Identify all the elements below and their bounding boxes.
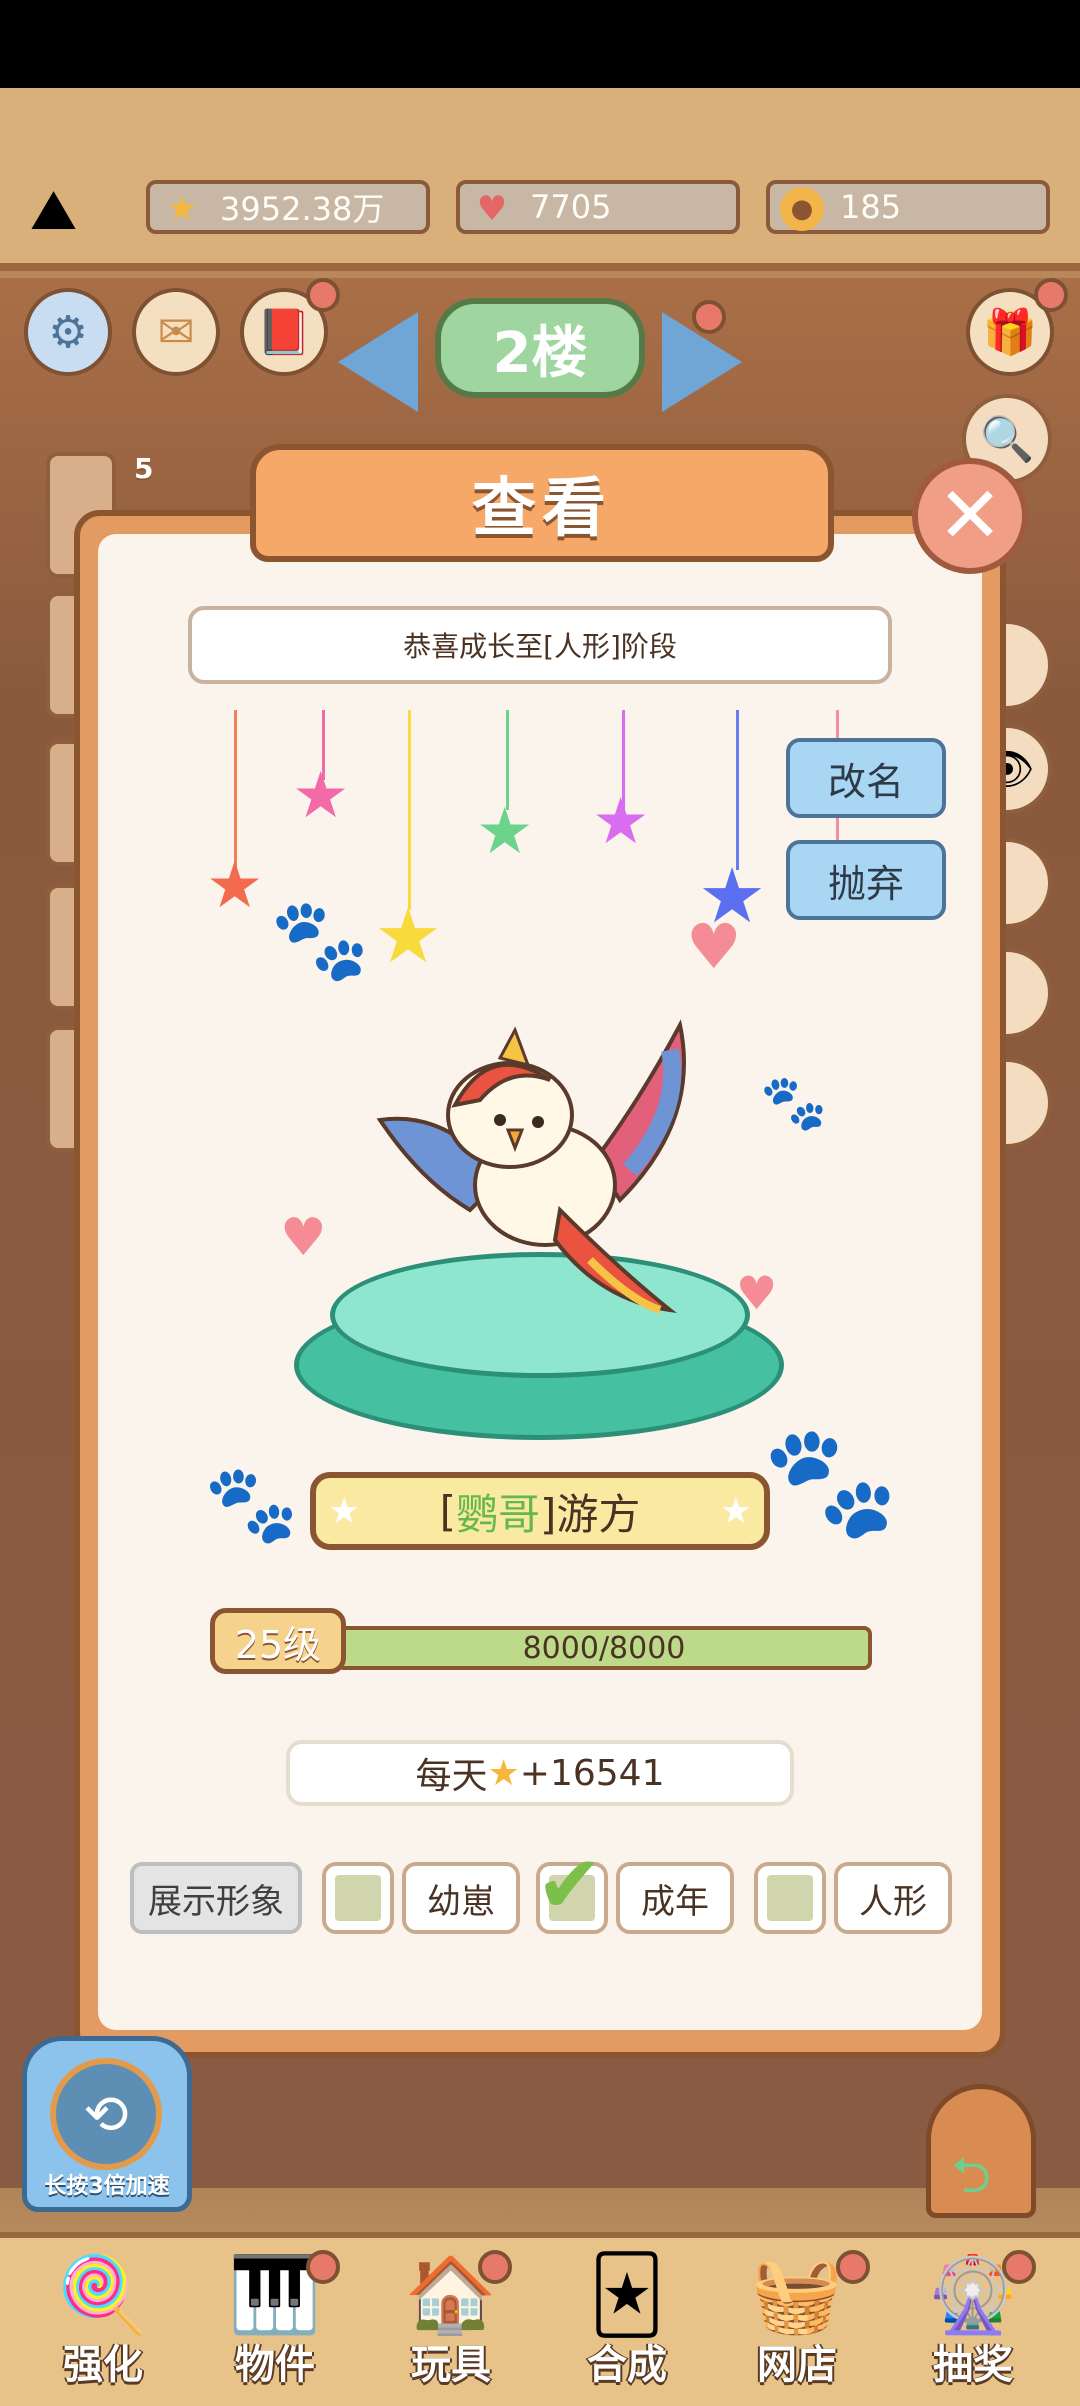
notification-dot [1034, 278, 1068, 312]
stage-checkbox-human[interactable] [754, 1862, 826, 1934]
pet-name-plate: ★ [ 鹦哥 ]游方 ★ [310, 1472, 770, 1550]
parrot-pet [376, 1019, 686, 1314]
envelope-icon: ✉ [157, 306, 195, 358]
gift-icon: 🎁 [982, 307, 1038, 358]
nav-enhance[interactable]: 🍭 强化 [28, 2250, 178, 2390]
star-icon: ★ [292, 759, 350, 833]
star-icon: ★ [328, 1490, 361, 1532]
star-icon: ★ [487, 1752, 520, 1794]
paw-print-icon: 🐾 [204, 1459, 299, 1548]
notification-dot [836, 2250, 870, 2284]
gear-icon: ⚙ [48, 306, 88, 358]
paw-coin-value: 185 [840, 188, 902, 226]
lollipop-icon: 🍭 [56, 2252, 150, 2338]
close-icon: ✕ [937, 471, 1003, 561]
notification-dot [306, 278, 340, 312]
pet-slot-badge: 5 [134, 452, 154, 485]
nav-label: 玩具 [411, 2342, 491, 2388]
nav-label: 网店 [757, 2342, 837, 2388]
pet-name-prefix: [ [439, 1486, 456, 1536]
nav-label: 合成 [587, 2342, 667, 2388]
close-button[interactable]: ✕ [912, 458, 1028, 574]
pet-species: 鹦哥 [455, 1489, 540, 1539]
speed-up-label: 长按3倍加速 [44, 2174, 170, 2199]
stage-label-baby[interactable]: 幼崽 [402, 1862, 520, 1934]
star-icon: ★ [166, 189, 198, 229]
star-icon: ★ [476, 795, 534, 869]
exit-arrow-icon: ⮌ [951, 2146, 992, 2204]
prev-floor-arrow[interactable] [338, 312, 418, 412]
floor-sign: 2楼 [435, 298, 645, 398]
notification-dot [306, 2250, 340, 2284]
stage-checkbox-baby[interactable] [322, 1862, 394, 1934]
abandon-button[interactable]: 抛弃 [786, 840, 946, 920]
notification-dot [478, 2250, 512, 2284]
heart-icon: ♥ [686, 910, 742, 983]
paw-print-icon: 🐾 [762, 1417, 899, 1545]
nav-merge[interactable]: 🃏 合成 [552, 2250, 702, 2390]
nav-label: 抽奖 [933, 2342, 1013, 2388]
settings-button[interactable]: ⚙ [24, 288, 112, 376]
status-bar [0, 0, 1080, 88]
show-image-button[interactable]: 展示形象 [130, 1862, 302, 1934]
star-string [736, 710, 739, 870]
star-string [408, 710, 411, 910]
paw-print-icon: 🐾 [270, 893, 370, 986]
star-icon: ★ [592, 785, 650, 859]
weather-icon[interactable]: ⛰ [30, 178, 120, 248]
star-string [234, 710, 237, 870]
clock-icon: ⟲ [50, 2058, 162, 2170]
star-icon: ★ [719, 1490, 752, 1532]
heart-counter: ♥ 7705 [456, 180, 740, 234]
growth-message: 恭喜成长至[人形]阶段 [188, 606, 892, 684]
dialog-title: 查看 [250, 444, 834, 562]
merge-cards-icon: 🃏 [589, 2252, 665, 2338]
daily-value: +16541 [519, 1752, 665, 1794]
notification-dot [1002, 2250, 1036, 2284]
nav-label: 强化 [63, 2342, 143, 2388]
heart-icon: ♥ [280, 1208, 327, 1268]
book-icon: 📕 [256, 307, 312, 358]
paw-coin-counter: ● 185 [766, 180, 1050, 234]
magnifier-icon: 🔍 [979, 414, 1035, 465]
star-icon: ★ [206, 849, 264, 923]
paw-print-icon: 🐾 [760, 1071, 828, 1134]
rename-button[interactable]: 改名 [786, 738, 946, 818]
level-badge: 25级 [210, 1608, 346, 1674]
star-icon: ★ [374, 891, 443, 980]
notification-dot [692, 300, 726, 334]
stage-label-human[interactable]: 人形 [834, 1862, 952, 1934]
shop-basket-icon: 🧺 [750, 2252, 844, 2338]
heart-icon: ♥ [476, 189, 508, 229]
exit-door-button[interactable]: ⮌ [926, 2084, 1036, 2218]
mail-button[interactable]: ✉ [132, 288, 220, 376]
daily-income: 每天 ★ +16541 [286, 1740, 794, 1806]
stage-label-adult[interactable]: 成年 [616, 1862, 734, 1934]
pet-name-suffix: ]游方 [540, 1489, 641, 1539]
daily-prefix: 每天 [415, 1756, 488, 1797]
xp-value: 8000/8000 [522, 1630, 686, 1666]
nav-label: 物件 [235, 2342, 315, 2388]
coin-value: 3952.38万 [220, 190, 385, 228]
paw-coin-icon: ● [780, 187, 824, 231]
coin-counter: ★ 3952.38万 [146, 180, 430, 234]
checkmark-icon: ✔ [536, 1838, 604, 1931]
heart-value: 7705 [530, 188, 612, 226]
xp-bar: 8000/8000 [336, 1626, 872, 1670]
